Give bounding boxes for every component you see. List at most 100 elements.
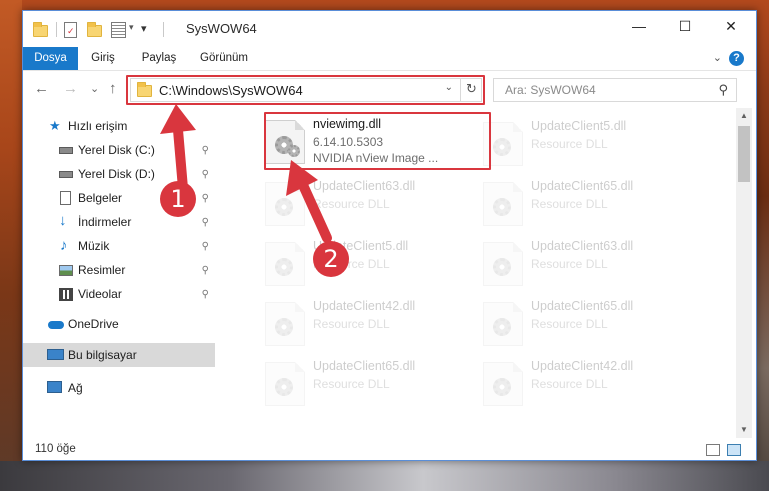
nav-item-label: Belgeler	[78, 191, 123, 205]
dll-file-icon	[265, 242, 305, 286]
scroll-down-icon[interactable]: ▼	[736, 422, 752, 438]
nav-item-label: İndirmeler	[78, 215, 132, 229]
file-name: UpdateClient65.dll	[531, 299, 634, 313]
toolbar-divider	[56, 22, 57, 37]
nav-item-label: Yerel Disk (D:)	[78, 167, 155, 181]
step-marker-1: 1	[160, 181, 196, 217]
network-icon	[47, 381, 62, 393]
list-item[interactable]: UpdateClient65.dll Resource DLL	[265, 356, 495, 414]
gear-icon	[493, 138, 511, 156]
nav-item-pictures[interactable]: Resimler ⚲	[23, 258, 215, 282]
gear-icon	[493, 318, 511, 336]
dll-file-icon	[265, 182, 305, 226]
music-icon: ♪	[60, 237, 68, 254]
toolbar-divider	[163, 22, 164, 37]
file-name: UpdateClient5.dll	[531, 119, 627, 133]
pin-icon[interactable]: ⚲	[202, 235, 209, 259]
gear-icon	[275, 378, 293, 396]
dll-file-icon	[265, 302, 305, 346]
address-row: ← → ⌄ ↑ C:\Windows\SysWOW64 ⌄ ↻ Ara: Sys…	[23, 70, 756, 107]
nav-item-videos[interactable]: Videolar ⚲	[23, 282, 215, 306]
pictures-icon	[59, 265, 73, 276]
nav-item-quick-access[interactable]: ★ Hızlı erişim	[23, 114, 215, 138]
document-icon	[60, 191, 71, 205]
maximize-button[interactable]: ☐	[662, 11, 708, 41]
list-item[interactable]: UpdateClient42.dll Resource DLL	[265, 296, 495, 354]
gear-icon	[275, 198, 293, 216]
help-icon[interactable]: ?	[729, 51, 744, 66]
window-title: SysWOW64	[186, 21, 257, 36]
computer-icon	[47, 349, 64, 360]
list-item[interactable]: UpdateClient5.dll Resource DLL	[265, 236, 495, 294]
pin-icon[interactable]: ⚲	[202, 139, 209, 163]
ribbon-expand-icon[interactable]: ⌄	[713, 51, 722, 64]
list-item[interactable]: UpdateClient63.dll Resource DLL	[265, 176, 495, 234]
file-name: UpdateClient65.dll	[531, 179, 634, 193]
nav-item-network[interactable]: Ağ	[23, 376, 215, 400]
file-list: UpdateClient5.dll Resource DLL UpdateCli…	[221, 108, 734, 438]
nav-item-music[interactable]: ♪ Müzik ⚲	[23, 234, 215, 258]
scroll-thumb[interactable]	[738, 126, 750, 182]
download-icon: ↓	[59, 212, 67, 229]
file-name: UpdateClient63.dll	[531, 239, 634, 253]
pin-icon[interactable]: ⚲	[202, 187, 209, 211]
nav-item-label: Yerel Disk (C:)	[78, 143, 155, 157]
file-explorer-window: ✓ ▾ ▾ SysWOW64 — ☐ ✕ Dosya Giriş Paylaş …	[22, 10, 757, 461]
desktop-wallpaper-bottom	[0, 461, 769, 491]
list-item[interactable]: UpdateClient63.dll Resource DLL	[483, 236, 713, 294]
list-item[interactable]: UpdateClient42.dll Resource DLL	[483, 356, 713, 414]
tab-dosya[interactable]: Dosya	[23, 47, 78, 70]
list-item[interactable]: UpdateClient65.dll Resource DLL	[483, 296, 713, 354]
drive-icon	[59, 171, 73, 178]
pin-icon[interactable]: ⚲	[202, 211, 209, 235]
nav-item-label: OneDrive	[68, 317, 119, 331]
nav-item-label: Müzik	[78, 239, 110, 253]
tab-giris[interactable]: Giriş	[81, 47, 125, 70]
back-button[interactable]: ←	[34, 80, 49, 97]
tab-paylas[interactable]: Paylaş	[133, 47, 185, 70]
file-type: Resource DLL	[531, 137, 608, 151]
nav-item-local-disk-c[interactable]: Yerel Disk (C:) ⚲	[23, 138, 215, 162]
vertical-scrollbar[interactable]: ▲ ▼	[736, 108, 752, 438]
file-highlight-box	[264, 112, 491, 170]
nav-item-this-pc[interactable]: Bu bilgisayar	[23, 343, 215, 367]
folder-icon	[33, 22, 48, 37]
pin-icon[interactable]: ⚲	[202, 163, 209, 187]
tab-gorunum[interactable]: Görünüm	[193, 47, 255, 70]
step-marker-2: 2	[313, 241, 349, 277]
search-input[interactable]: Ara: SysWOW64	[505, 83, 596, 97]
customize-toolbar-icon[interactable]: ▾	[141, 22, 147, 35]
new-folder-icon[interactable]	[87, 22, 102, 37]
recent-locations-button[interactable]: ⌄	[90, 82, 99, 95]
address-highlight-box	[126, 75, 485, 105]
scroll-up-icon[interactable]: ▲	[736, 108, 752, 124]
desktop-wallpaper-left	[0, 0, 22, 491]
up-button[interactable]: ↑	[109, 80, 117, 97]
forward-button[interactable]: →	[63, 80, 78, 97]
nav-item-label: Resimler	[78, 263, 126, 277]
list-item[interactable]: UpdateClient5.dll Resource DLL	[483, 116, 713, 174]
properties-icon[interactable]: ✓	[64, 22, 77, 38]
cloud-icon	[48, 321, 64, 329]
file-type: Resource DLL	[313, 377, 390, 391]
quick-access-toolbar-icon[interactable]	[111, 22, 126, 38]
gear-icon	[275, 318, 293, 336]
tiles-view-icon[interactable]	[727, 444, 741, 456]
file-type: Resource DLL	[313, 197, 390, 211]
nav-item-label: Ağ	[68, 381, 83, 395]
list-item[interactable]: UpdateClient65.dll Resource DLL	[483, 176, 713, 234]
pin-icon[interactable]: ⚲	[202, 283, 209, 307]
minimize-button[interactable]: —	[616, 11, 662, 41]
file-name: UpdateClient63.dll	[313, 179, 416, 193]
nav-item-onedrive[interactable]: OneDrive	[23, 312, 215, 336]
search-box[interactable]: Ara: SysWOW64 ⚲	[493, 78, 737, 102]
file-type: Resource DLL	[531, 197, 608, 211]
details-view-icon[interactable]	[706, 444, 720, 456]
file-name: UpdateClient42.dll	[313, 299, 416, 313]
ribbon-tabs: Dosya Giriş Paylaş Görünüm ⌄ ?	[23, 47, 756, 70]
search-icon[interactable]: ⚲	[718, 82, 728, 98]
pin-icon[interactable]: ⚲	[202, 259, 209, 283]
chevron-down-icon[interactable]: ▾	[129, 22, 134, 33]
nav-item-label: Hızlı erişim	[68, 119, 128, 133]
close-button[interactable]: ✕	[708, 11, 754, 41]
